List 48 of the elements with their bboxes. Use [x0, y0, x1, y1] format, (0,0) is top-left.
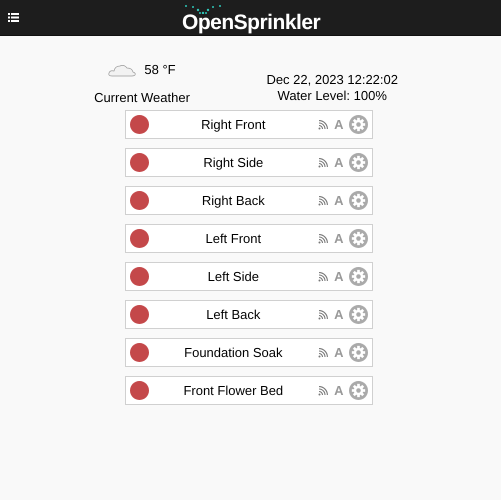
station-name: Left Back [205, 306, 262, 324]
station-name: Right Back [200, 192, 266, 210]
signal-icon [318, 158, 328, 168]
cloud-icon [108, 62, 136, 77]
signal-icon [318, 196, 328, 206]
mode-letter: A [334, 230, 344, 248]
station-name: Foundation Soak [183, 344, 284, 362]
station-row[interactable]: Front Flower Bed A [124, 376, 372, 405]
station-row[interactable]: Right Front A [124, 110, 372, 139]
station-name: Right Side [202, 154, 264, 172]
date-time: Dec 22, 2023 12:22:02 [266, 72, 398, 88]
station-row[interactable]: Left Side A [124, 262, 372, 291]
station-row[interactable]: Left Front A [124, 224, 372, 253]
logo: OpenSprinkler [182, 11, 320, 35]
signal-icon [318, 310, 328, 320]
station-name: Left Side [206, 268, 260, 286]
weather-label: Current Weather [94, 88, 190, 106]
station-row[interactable]: Left Back A [124, 300, 372, 329]
settings-icon[interactable] [348, 343, 368, 362]
signal-icon [318, 348, 328, 358]
mode-letter: A [334, 154, 344, 172]
signal-icon [318, 272, 328, 282]
mode-letter: A [334, 192, 344, 210]
temperature: 58 °F [144, 61, 176, 79]
settings-icon[interactable] [348, 115, 368, 134]
station-row[interactable]: Right Side A [124, 148, 372, 177]
station-name: Front Flower Bed [182, 382, 284, 400]
settings-icon[interactable] [348, 191, 368, 210]
settings-icon[interactable] [348, 305, 368, 324]
station-row[interactable]: Foundation Soak A [124, 338, 372, 367]
mode-letter: A [334, 306, 344, 324]
settings-icon[interactable] [348, 267, 368, 286]
signal-icon [318, 120, 328, 130]
mode-letter: A [334, 268, 344, 286]
mode-letter: A [334, 382, 344, 400]
station-row[interactable]: Right Back A [124, 186, 372, 215]
settings-icon[interactable] [348, 381, 368, 400]
mode-letter: A [334, 116, 344, 134]
signal-icon [318, 386, 328, 396]
sprinkler-drops-icon [183, 4, 223, 14]
water-level: Water Level: 100% [278, 88, 387, 104]
menu-icon[interactable] [8, 13, 19, 22]
station-name: Right Front [200, 116, 266, 134]
settings-icon[interactable] [348, 229, 368, 248]
signal-icon [318, 234, 328, 244]
settings-icon[interactable] [348, 153, 368, 172]
station-name: Left Front [204, 230, 262, 248]
mode-letter: A [334, 344, 344, 362]
